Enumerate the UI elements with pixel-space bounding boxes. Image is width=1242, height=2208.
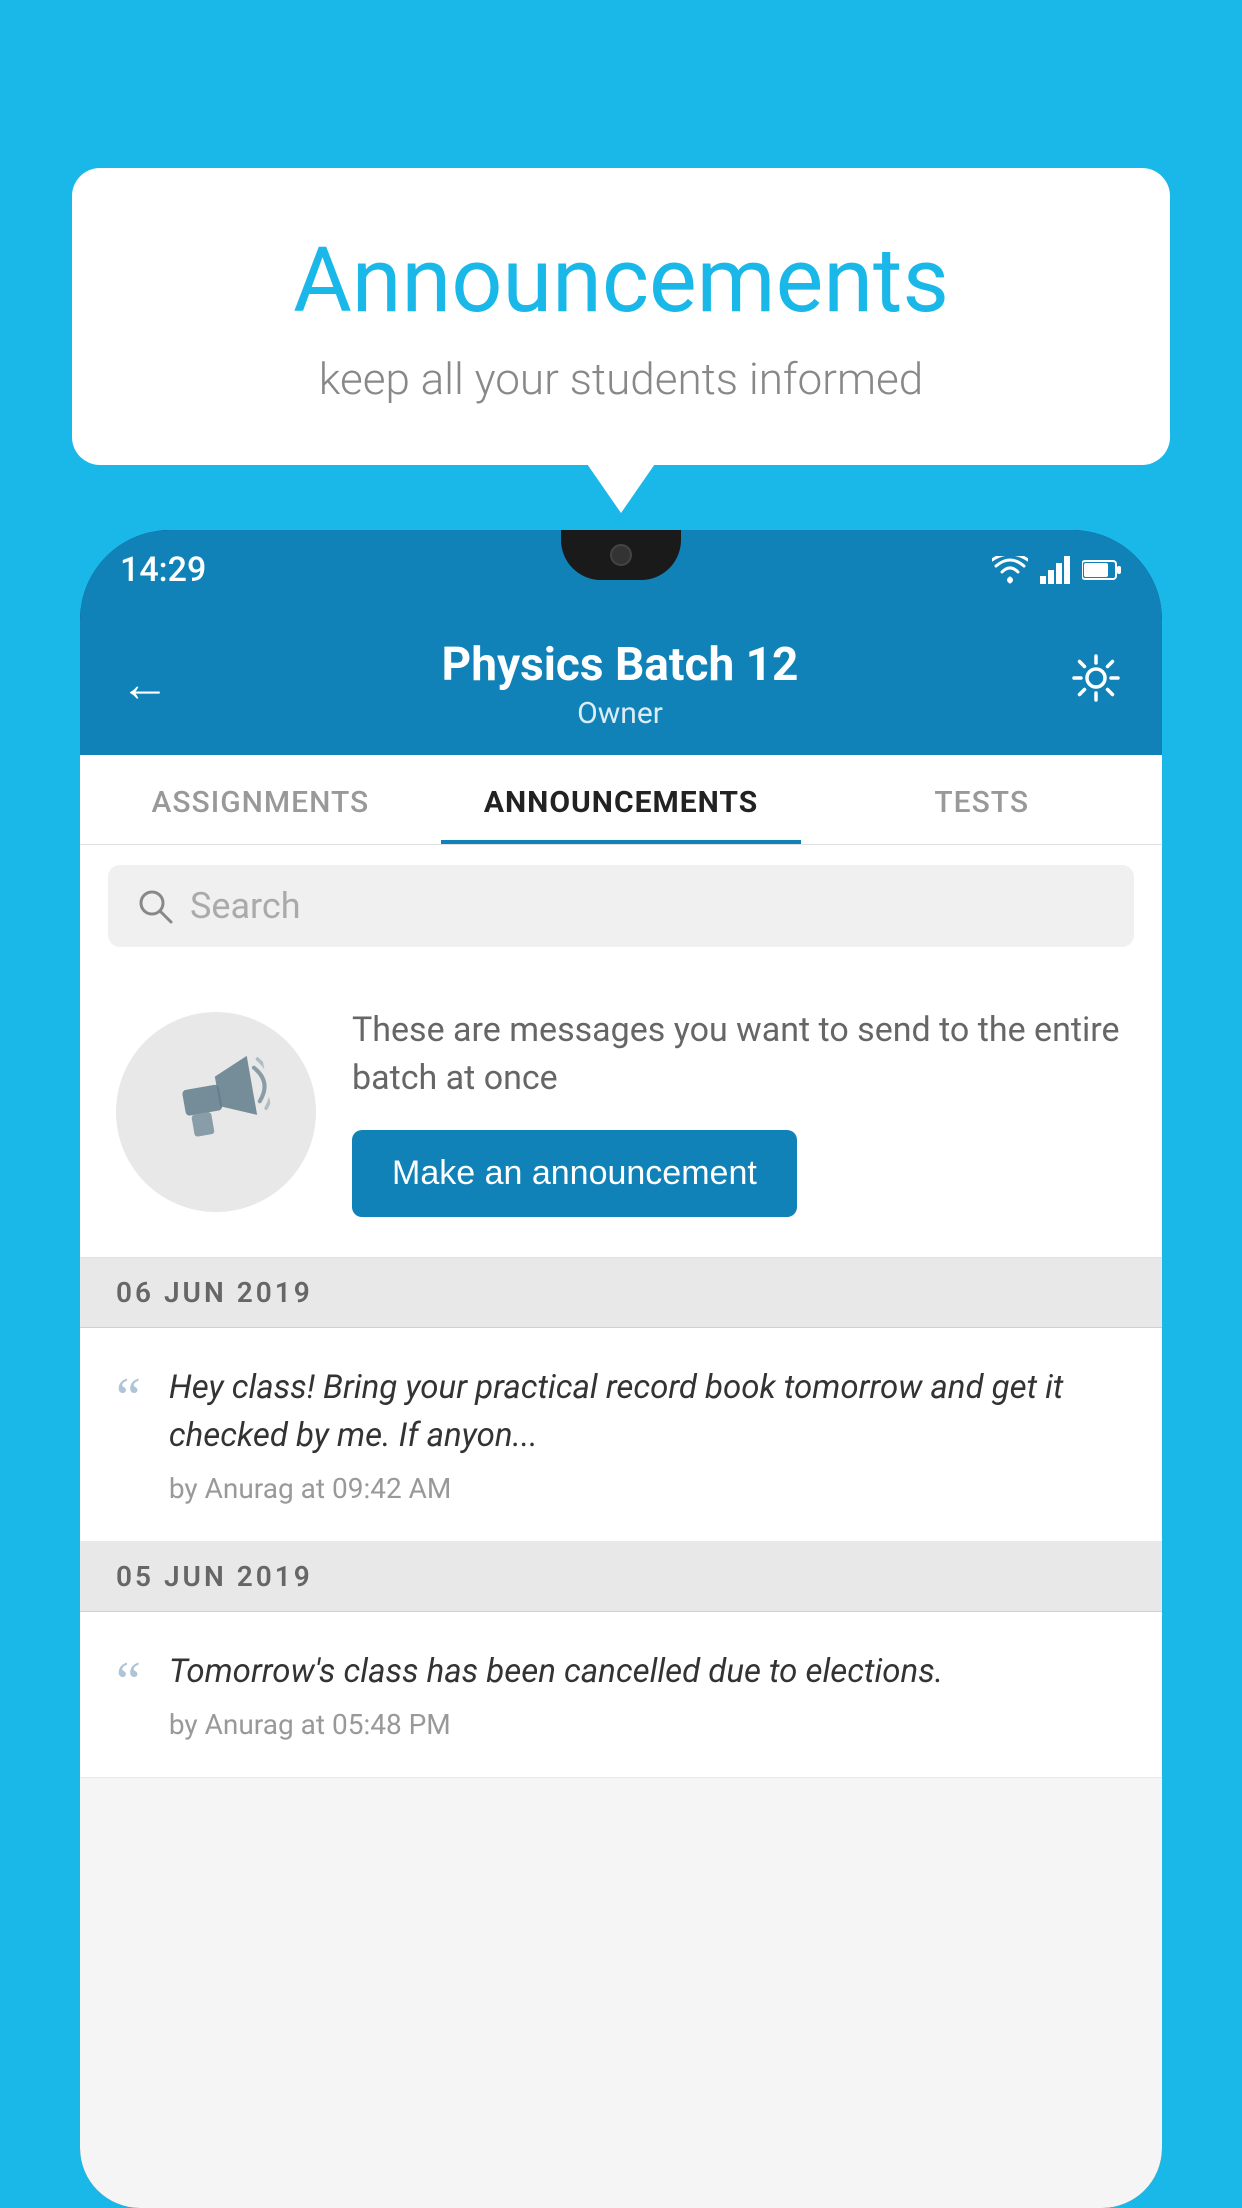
- header-title: Physics Batch 12: [170, 638, 1070, 692]
- battery-icon: [1082, 559, 1122, 581]
- search-placeholder: Search: [190, 885, 301, 927]
- status-time: 14:29: [120, 550, 206, 590]
- promo-description: These are messages you want to send to t…: [352, 1007, 1126, 1102]
- megaphone-icon: [151, 1039, 282, 1186]
- announcement-promo: These are messages you want to send to t…: [80, 967, 1162, 1258]
- status-icons: [992, 556, 1122, 584]
- phone-screen: Search These are: [80, 845, 1162, 2208]
- settings-button[interactable]: [1070, 652, 1122, 717]
- tab-announcements[interactable]: ANNOUNCEMENTS: [441, 755, 802, 844]
- bubble-subtitle: keep all your students informed: [152, 353, 1090, 405]
- speech-bubble: Announcements keep all your students inf…: [72, 168, 1170, 465]
- gear-icon: [1070, 652, 1122, 704]
- announcement-meta-2: by Anurag at 05:48 PM: [169, 1708, 1126, 1741]
- tab-tests[interactable]: TESTS: [801, 755, 1162, 844]
- back-button[interactable]: ←: [120, 655, 170, 714]
- signal-icon: [1040, 556, 1070, 584]
- tab-assignments[interactable]: ASSIGNMENTS: [80, 755, 441, 844]
- announcement-content-1: Hey class! Bring your practical record b…: [169, 1364, 1126, 1505]
- quote-icon-1: “: [116, 1370, 141, 1426]
- announcement-text-2: Tomorrow's class has been cancelled due …: [169, 1648, 1126, 1696]
- search-icon: [136, 887, 174, 925]
- search-bar[interactable]: Search: [108, 865, 1134, 947]
- search-bar-container: Search: [80, 845, 1162, 967]
- announcement-text-1: Hey class! Bring your practical record b…: [169, 1364, 1126, 1460]
- announcement-meta-1: by Anurag at 09:42 AM: [169, 1472, 1126, 1505]
- tabs-container: ASSIGNMENTS ANNOUNCEMENTS TESTS: [80, 755, 1162, 845]
- announcement-item-2[interactable]: “ Tomorrow's class has been cancelled du…: [80, 1612, 1162, 1778]
- announcement-content-2: Tomorrow's class has been cancelled due …: [169, 1648, 1126, 1741]
- notch: [561, 530, 681, 580]
- make-announcement-button[interactable]: Make an announcement: [352, 1130, 797, 1217]
- status-bar: 14:29: [80, 530, 1162, 610]
- quote-icon-2: “: [116, 1654, 141, 1710]
- announcement-item-1[interactable]: “ Hey class! Bring your practical record…: [80, 1328, 1162, 1542]
- wifi-icon: [992, 556, 1028, 584]
- date-header-1: 06 JUN 2019: [80, 1258, 1162, 1328]
- speech-bubble-section: Announcements keep all your students inf…: [72, 168, 1170, 465]
- header-center: Physics Batch 12 Owner: [170, 638, 1070, 731]
- header-subtitle: Owner: [170, 696, 1070, 731]
- date-header-2: 05 JUN 2019: [80, 1542, 1162, 1612]
- app-header: ← Physics Batch 12 Owner: [80, 610, 1162, 755]
- phone-frame: 14:29 ←: [80, 530, 1162, 2208]
- bubble-title: Announcements: [152, 228, 1090, 333]
- promo-right: These are messages you want to send to t…: [352, 1007, 1126, 1217]
- camera: [610, 544, 632, 566]
- promo-icon-circle: [116, 1012, 316, 1212]
